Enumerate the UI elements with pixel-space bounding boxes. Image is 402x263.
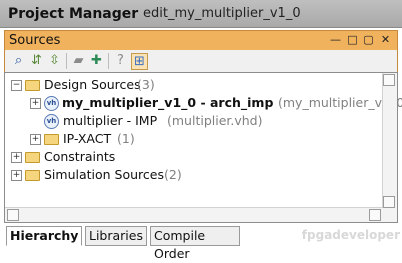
scroll-up-button[interactable] [383, 74, 395, 86]
expand-all-icon[interactable]: ⇳ [47, 53, 62, 68]
tree-count-ipxact: (1) [117, 131, 135, 146]
tree-label-simulation-sources: Simulation Sources [44, 167, 165, 182]
expand-icon[interactable]: + [30, 98, 41, 109]
panel-title: Sources [9, 33, 61, 48]
sources-tree[interactable]: − Design Sources (3) + vh my_multiplier_… [4, 72, 402, 223]
hierarchy-update-icon[interactable]: ⊞ [131, 53, 148, 70]
tab-libraries[interactable]: Libraries [85, 226, 147, 246]
vhdl-file-icon: vh [44, 96, 59, 111]
close-icon[interactable]: ✕ [379, 33, 392, 46]
help-icon[interactable]: ? [113, 53, 128, 68]
minimize-icon[interactable]: — [329, 33, 342, 46]
tree-label-design-sources: Design Sources [44, 77, 141, 92]
folder-icon [25, 170, 40, 181]
expand-icon[interactable]: + [11, 152, 22, 163]
collapse-all-icon[interactable]: ⇵ [29, 53, 44, 68]
sources-panel-header: Sources — □ ▢ ✕ [4, 30, 398, 50]
horizontal-scrollbar[interactable] [5, 207, 383, 222]
vhdl-file-icon: vh [44, 114, 59, 129]
sources-panel: Sources — □ ▢ ✕ ⌕ ⇵ ⇳ ▰ ✚ ? ⊞ − Design S… [0, 28, 402, 261]
folder-open-icon[interactable]: ▰ [71, 53, 86, 68]
tree-count-design-sources: (3) [137, 77, 155, 92]
toolbar-separator [66, 53, 67, 69]
tree-label-ipxact: IP-XACT [63, 131, 112, 146]
window-subtitle: edit_my_multiplier_v1_0 [143, 6, 301, 21]
folder-icon [44, 134, 59, 145]
collapse-icon[interactable]: − [11, 80, 22, 91]
scroll-right-button[interactable] [369, 209, 381, 221]
restore-icon[interactable]: □ [346, 33, 359, 46]
window-title: Project Manager [8, 6, 139, 22]
maximize-icon[interactable]: ▢ [362, 33, 375, 46]
tree-count-simulation-sources: (2) [164, 167, 182, 182]
sources-toolbar: ⌕ ⇵ ⇳ ▰ ✚ ? ⊞ [4, 50, 398, 72]
toolbar-separator [108, 53, 109, 69]
expand-icon[interactable]: + [30, 134, 41, 145]
watermark: fpgadeveloper [301, 228, 400, 242]
window-titlebar: Project Manager edit_my_multiplier_v1_0 [0, 0, 402, 28]
folder-icon [25, 80, 40, 91]
scroll-left-button[interactable] [7, 209, 19, 221]
tree-label-constraints: Constraints [44, 149, 116, 164]
tab-compile-order[interactable]: Compile Order [150, 226, 240, 261]
tree-label-top-module: my_multiplier_v1_0 - arch_imp [62, 95, 274, 110]
tree-file-multiplier: (multiplier.vhd) [167, 113, 263, 128]
vertical-scrollbar[interactable] [382, 73, 397, 222]
expand-icon[interactable]: + [11, 170, 22, 181]
scroll-down-button[interactable] [383, 196, 395, 208]
tree-label-multiplier: multiplier - IMP [63, 113, 158, 128]
search-icon[interactable]: ⌕ [11, 53, 26, 68]
tab-hierarchy[interactable]: Hierarchy [6, 226, 82, 246]
add-sources-icon[interactable]: ✚ [89, 53, 104, 68]
folder-icon [25, 152, 40, 163]
